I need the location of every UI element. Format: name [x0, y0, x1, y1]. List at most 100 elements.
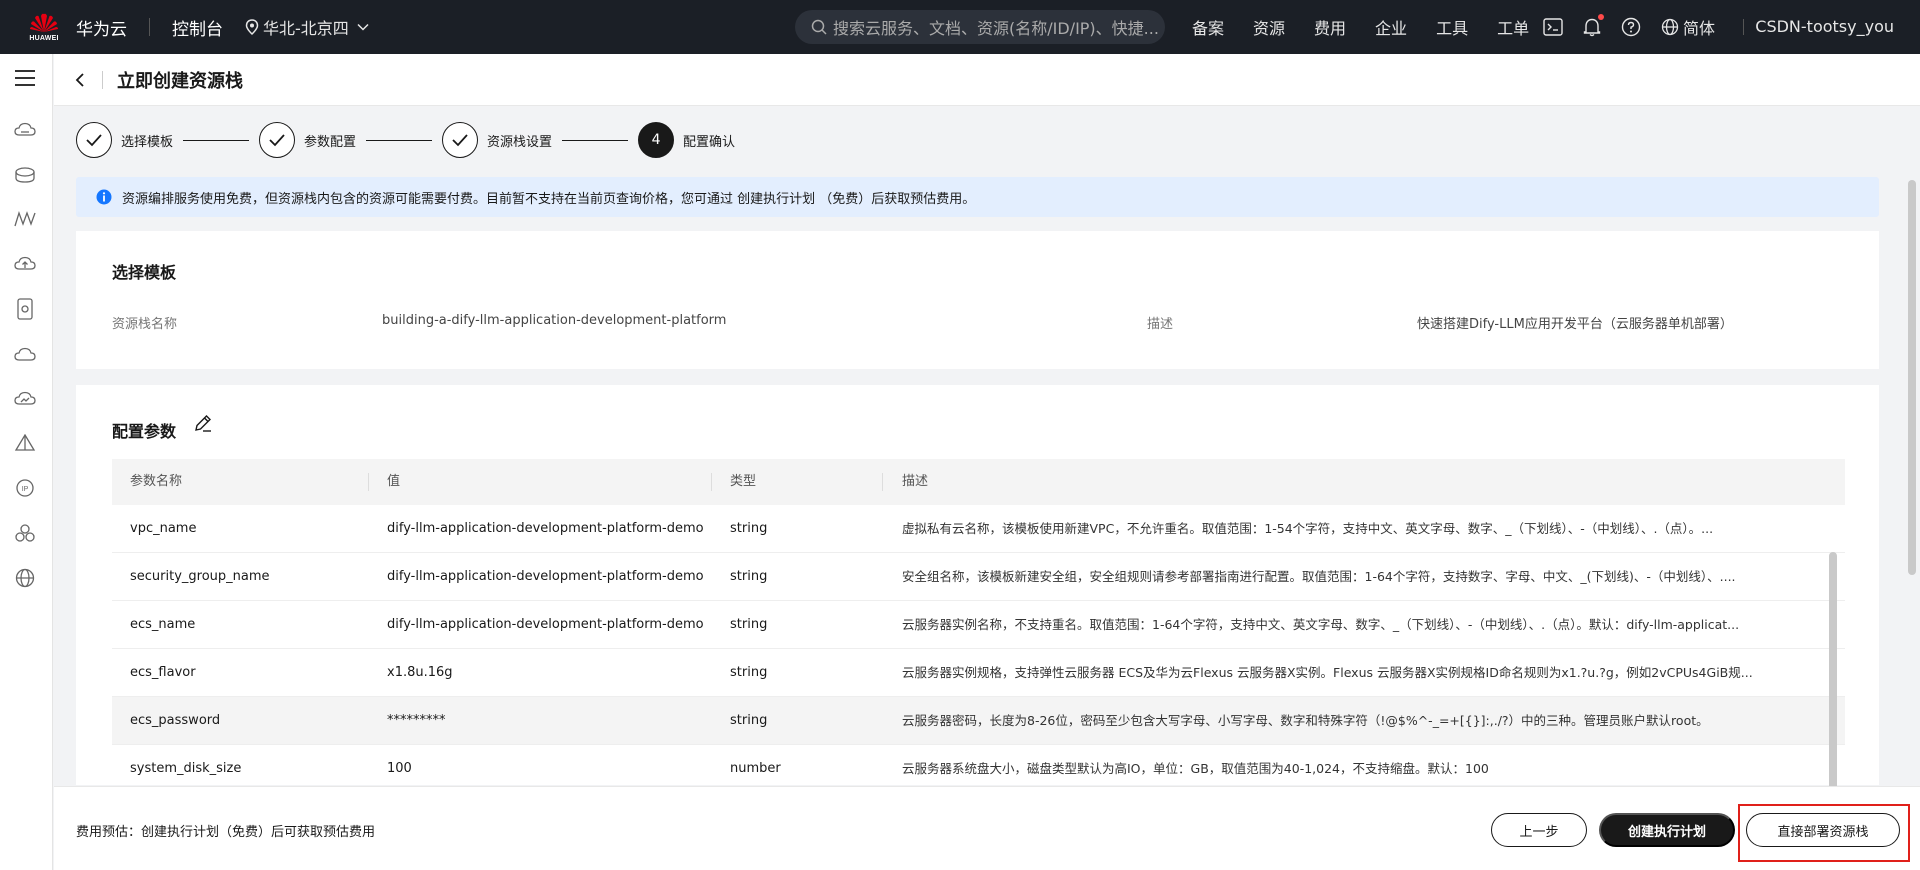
cloud-icon[interactable] — [14, 346, 36, 364]
step-label: 参数配置 — [304, 134, 357, 150]
step-stack-settings: 资源栈设置 — [442, 122, 552, 158]
table-row-hovered: ecs_password ********* string 云服务器密码，长度为… — [112, 697, 1845, 745]
top-nav-links: 备案 资源 费用 企业 工具 工单 — [1192, 0, 1558, 54]
footer-bar: 费用预估：创建执行计划（免费）后可获取预估费用 上一步 创建执行计划 直接部署资… — [54, 786, 1920, 870]
page-header: 立即创建资源栈 — [54, 54, 1920, 106]
col-divider — [711, 473, 712, 491]
notification-dot — [1598, 14, 1604, 20]
cloud-monitor-icon[interactable] — [14, 390, 36, 408]
param-type: string — [730, 617, 768, 632]
back-arrow-icon[interactable] — [74, 72, 86, 88]
nav-enterprise[interactable]: 企业 — [1375, 15, 1407, 39]
mountain-icon[interactable] — [14, 210, 36, 228]
search-placeholder: 搜索云服务、文档、资源(名称/ID/IP)、快捷... — [833, 19, 1159, 38]
param-description: 云服务器实例名称，不支持重名。取值范围：1-64个字符，支持中文、英文字母、数字… — [902, 617, 1740, 632]
notification-bell-icon[interactable] — [1583, 14, 1604, 37]
menu-icon[interactable] — [14, 69, 36, 87]
triangle-icon[interactable] — [14, 434, 36, 454]
global-search-input[interactable]: 搜索云服务、文档、资源(名称/ID/IP)、快捷... — [795, 10, 1165, 44]
table-row: ecs_flavor x1.8u.16g string 云服务器实例规格，支持弹… — [112, 649, 1845, 697]
progress-steps: 选择模板 参数配置 资源栈设置 4 配置确认 — [76, 121, 735, 159]
huawei-flower-icon — [30, 13, 58, 32]
col-value: 值 — [387, 474, 401, 489]
param-type: number — [730, 761, 781, 776]
cloud-shell-icon[interactable] — [1543, 18, 1563, 36]
service-sidebar: IP — [0, 54, 53, 870]
param-value: x1.8u.16g — [387, 665, 453, 680]
fee-estimate-text: 费用预估：创建执行计划（免费）后可获取预估费用 — [76, 825, 376, 840]
cloud-server-icon[interactable] — [14, 121, 36, 139]
create-execution-plan-button[interactable]: 创建执行计划 — [1599, 813, 1735, 847]
param-description: 云服务器系统盘大小，磁盘类型默认为高IO，单位：GB，取值范围为40-1,024… — [902, 761, 1489, 776]
chevron-down-icon — [357, 23, 369, 31]
region-label: 华北-北京四 — [263, 19, 349, 38]
edit-pencil-icon[interactable] — [193, 413, 213, 433]
cluster-icon[interactable] — [14, 523, 36, 543]
nav-tools[interactable]: 工具 — [1436, 15, 1468, 39]
step-done-circle — [259, 122, 296, 158]
param-type: string — [730, 665, 768, 680]
nav-beian[interactable]: 备案 — [1192, 15, 1224, 39]
user-account[interactable]: CSDN-tootsy_you — [1755, 0, 1894, 54]
step-label: 配置确认 — [683, 134, 736, 150]
col-description: 描述 — [902, 474, 929, 489]
param-value: ********* — [387, 713, 446, 728]
step-connector — [183, 139, 250, 141]
table-row: vpc_name dify-llm-application-developmen… — [112, 505, 1845, 553]
col-divider — [882, 473, 883, 491]
check-icon — [452, 134, 468, 147]
param-value: 100 — [387, 761, 412, 776]
cloud-upload-icon[interactable] — [14, 255, 36, 273]
step-done-circle — [442, 122, 479, 158]
param-name: ecs_flavor — [130, 665, 196, 680]
language-label: 简体 — [1683, 19, 1716, 38]
svg-text:IP: IP — [22, 486, 29, 493]
col-type: 类型 — [730, 474, 757, 489]
huawei-logo[interactable]: HUAWEI — [14, 0, 74, 54]
table-scrollbar[interactable] — [1829, 552, 1837, 792]
divider — [149, 18, 150, 36]
param-value: dify-llm-application-development-platfor… — [387, 569, 704, 584]
info-banner: 资源编排服务使用免费，但资源栈内包含的资源可能需要付费。目前暂不支持在当前页查询… — [76, 177, 1879, 217]
param-type: string — [730, 713, 768, 728]
deploy-stack-button[interactable]: 直接部署资源栈 — [1746, 813, 1900, 847]
param-name: security_group_name — [130, 569, 270, 584]
console-link[interactable]: 控制台 — [172, 15, 223, 40]
brand-name[interactable]: 华为云 — [76, 15, 127, 40]
logo-text: HUAWEI — [29, 35, 59, 42]
param-description: 云服务器密码，长度为8-26位，密码至少包含大写字母、小写字母、数字和特殊字符（… — [902, 713, 1709, 728]
param-type: string — [730, 521, 768, 536]
check-icon — [269, 134, 285, 147]
template-card-title: 选择模板 — [112, 263, 177, 282]
page-scrollbar[interactable] — [1908, 180, 1916, 575]
divider — [102, 70, 103, 89]
table-header: 参数名称 值 类型 描述 — [112, 459, 1845, 505]
table-row: system_disk_size 100 number 云服务器系统盘大小，磁盘… — [112, 745, 1845, 785]
globe-network-icon[interactable] — [14, 568, 36, 588]
param-name: ecs_password — [130, 713, 221, 728]
nav-resources[interactable]: 资源 — [1253, 15, 1285, 39]
help-icon[interactable] — [1621, 17, 1641, 37]
language-selector[interactable]: 简体 — [1661, 15, 1715, 39]
step-param-config: 参数配置 — [259, 122, 356, 158]
previous-step-button[interactable]: 上一步 — [1491, 813, 1587, 847]
stack-name-label: 资源栈名称 — [112, 317, 178, 332]
page-title: 立即创建资源栈 — [117, 70, 243, 92]
col-param-name: 参数名称 — [130, 474, 183, 489]
database-icon[interactable] — [14, 166, 36, 184]
param-name: system_disk_size — [130, 761, 242, 776]
params-table: 参数名称 值 类型 描述 vpc_name dify-llm-applicati… — [112, 459, 1845, 785]
globe-icon — [1661, 18, 1679, 36]
param-name: ecs_name — [130, 617, 196, 632]
top-nav-bar: HUAWEI 华为云 控制台 华北-北京四 搜索云服务、文档、资源(名称/ID/… — [0, 0, 1920, 54]
nav-tickets[interactable]: 工单 — [1497, 15, 1529, 39]
table-row: ecs_name dify-llm-application-developmen… — [112, 601, 1845, 649]
nav-billing[interactable]: 费用 — [1314, 15, 1346, 39]
region-selector[interactable]: 华北-北京四 — [245, 15, 369, 39]
document-icon[interactable] — [14, 298, 36, 320]
param-value: dify-llm-application-development-platfor… — [387, 617, 704, 632]
ip-icon[interactable]: IP — [14, 478, 36, 498]
step-label: 资源栈设置 — [487, 134, 553, 150]
search-icon — [811, 19, 827, 35]
stack-name-value: building-a-dify-llm-application-developm… — [382, 313, 727, 328]
